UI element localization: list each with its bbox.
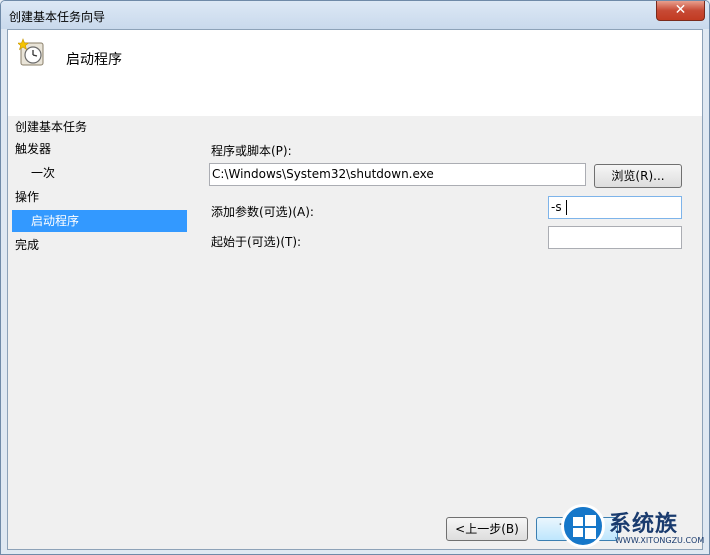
wizard-client-area: 启动程序 创建基本任务 触发器 一次 操作 启动程序 完成 程序或脚本(P): C:\W… (7, 29, 703, 550)
steps-title: 创建基本任务 (15, 120, 88, 134)
site-watermark: 系统族 WWW.XITONGZU.COM (557, 502, 707, 552)
header-band: 启动程序 (8, 30, 702, 116)
step-item: 启动程序 (12, 210, 187, 232)
close-icon: ✕ (674, 2, 687, 18)
wizard-window: 创建基本任务向导 ✕ 启动程序 创建基本任务 触发器 一次 操作 启动程序 完成 程序或… (0, 0, 710, 555)
step-item: 触发器 (15, 142, 52, 156)
watermark-url: WWW.XITONGZU.COM (615, 536, 705, 545)
back-button[interactable]: <上一步(B) (446, 517, 528, 541)
program-label: 程序或脚本(P): (211, 144, 292, 158)
window-title: 创建基本任务向导 (9, 10, 106, 24)
browse-button[interactable]: 浏览(R)... (594, 164, 682, 188)
program-input[interactable]: C:\Windows\System32\shutdown.exe (209, 163, 586, 186)
step-item: 完成 (15, 238, 40, 252)
startin-input[interactable] (548, 226, 682, 249)
close-button[interactable]: ✕ (656, 1, 705, 21)
step-item: 一次 (31, 166, 56, 180)
args-label: 添加参数(可选)(A): (211, 205, 314, 219)
args-input[interactable]: -s (548, 196, 682, 219)
step-item: 操作 (15, 190, 40, 204)
title-bar[interactable]: 创建基本任务向导 ✕ (1, 1, 709, 29)
windows-logo-icon (561, 504, 605, 548)
page-title: 启动程序 (66, 52, 122, 68)
clock-task-icon (18, 38, 44, 66)
watermark-brand: 系统族 (609, 512, 679, 537)
args-value: -s (551, 200, 562, 214)
startin-label: 起始于(可选)(T): (211, 235, 302, 249)
text-caret (565, 200, 567, 215)
